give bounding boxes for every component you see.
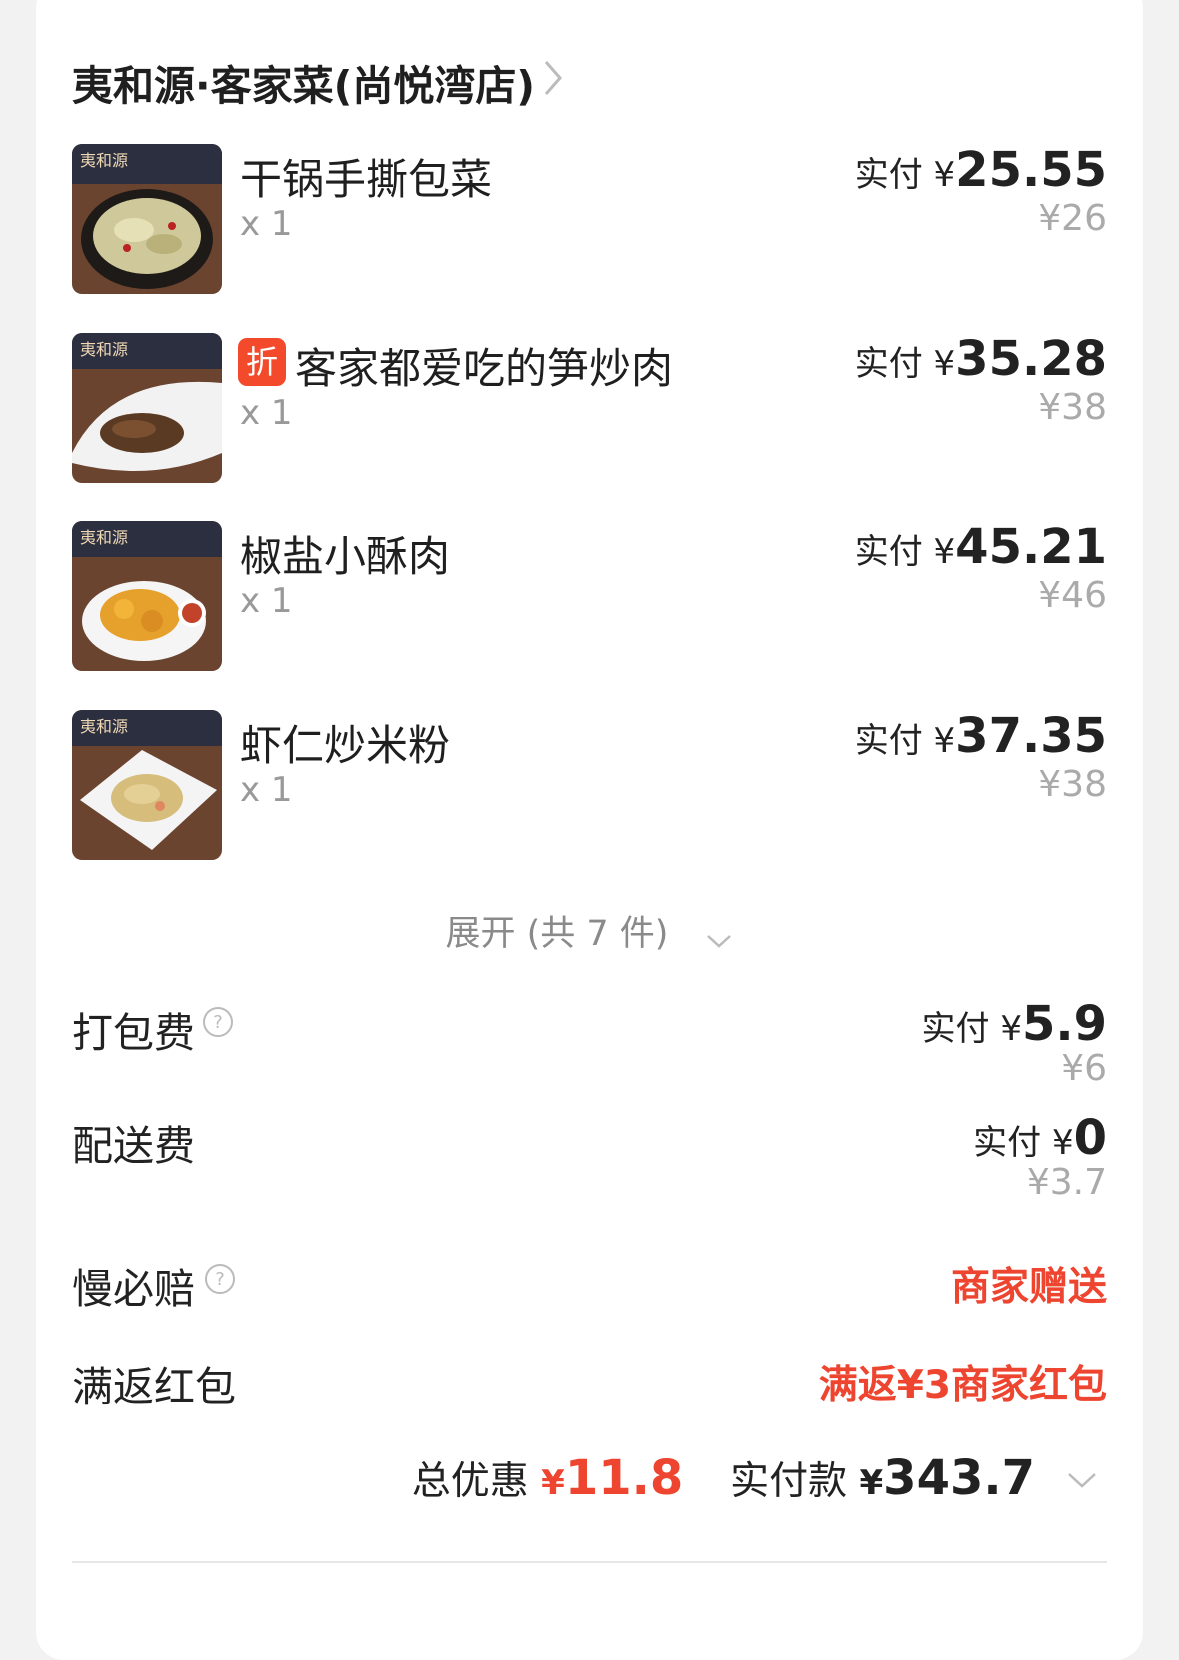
item-name: 虾仁炒米粉 xyxy=(240,721,451,770)
paid-total-value: ¥343.7 xyxy=(859,1450,1036,1506)
thumb-watermark: 夷和源 xyxy=(80,340,128,359)
item-qty: x 1 xyxy=(240,581,293,621)
delivery-fee-original: ¥3.7 xyxy=(1026,1162,1107,1203)
thumb-watermark: 夷和源 xyxy=(80,528,128,547)
item-paid: 实付 ¥45.21 xyxy=(854,519,1107,575)
paid-total-label: 实付款 xyxy=(730,1459,848,1504)
divider xyxy=(72,1561,1107,1563)
item-original-price: ¥26 xyxy=(1038,198,1107,239)
total-discount-value: ¥11.8 xyxy=(541,1450,684,1506)
red-packet-label: 满返红包 xyxy=(72,1363,236,1411)
help-icon[interactable]: ? xyxy=(202,1006,234,1038)
item-original-price: ¥38 xyxy=(1038,764,1107,805)
chevron-right-icon[interactable] xyxy=(542,58,564,98)
help-icon[interactable]: ? xyxy=(204,1263,236,1295)
item-original-price: ¥38 xyxy=(1038,387,1107,428)
item-thumbnail[interactable]: 夷和源 xyxy=(72,521,222,671)
expand-button[interactable]: 展开 (共 7 件) xyxy=(36,905,1143,956)
thumb-watermark: 夷和源 xyxy=(80,717,128,736)
item-qty: x 1 xyxy=(240,204,293,244)
store-name[interactable]: 夷和源·客家菜(尚悦湾店) xyxy=(72,52,535,112)
item-qty: x 1 xyxy=(240,393,293,433)
item-name: 客家都爱吃的笋炒肉 xyxy=(295,344,674,393)
item-name: 椒盐小酥肉 xyxy=(240,532,451,581)
packing-fee-original: ¥6 xyxy=(1061,1048,1107,1089)
thumb-watermark: 夷和源 xyxy=(80,151,128,170)
packing-fee-label: 打包费 xyxy=(72,1009,195,1057)
item-thumbnail[interactable]: 夷和源 xyxy=(72,710,222,860)
item-paid: 实付 ¥25.55 xyxy=(854,142,1107,198)
discount-tag: 折 xyxy=(238,338,286,386)
item-name: 干锅手撕包菜 xyxy=(240,155,493,204)
item-thumbnail[interactable]: 夷和源 xyxy=(72,333,222,483)
svg-text:?: ? xyxy=(215,1269,225,1290)
svg-text:?: ? xyxy=(213,1012,223,1033)
red-packet-value[interactable]: 满返¥3商家红包 xyxy=(819,1354,1107,1410)
expand-label: 展开 (共 7 件) xyxy=(445,914,669,954)
chevron-down-icon[interactable] xyxy=(1065,1468,1099,1492)
packing-fee-paid: 实付 ¥5.9 xyxy=(921,996,1107,1052)
order-card: 夷和源·客家菜(尚悦湾店) 夷和源 干锅手撕包菜 x 1 实付 ¥25.55 ¥… xyxy=(36,0,1143,1660)
slow-compensation-label: 慢必赔 xyxy=(72,1265,195,1313)
item-paid: 实付 ¥35.28 xyxy=(854,331,1107,387)
order-summary: 总优惠 ¥11.8 实付款 ¥343.7 xyxy=(412,1450,1035,1506)
item-original-price: ¥46 xyxy=(1038,575,1107,616)
delivery-fee-label: 配送费 xyxy=(72,1122,195,1170)
total-discount-label: 总优惠 xyxy=(411,1459,529,1504)
slow-compensation-value: 商家赠送 xyxy=(950,1265,1107,1310)
item-qty: x 1 xyxy=(240,770,293,810)
delivery-fee-paid: 实付 ¥0 xyxy=(973,1110,1107,1166)
item-paid: 实付 ¥37.35 xyxy=(854,708,1107,764)
item-thumbnail[interactable]: 夷和源 xyxy=(72,144,222,294)
chevron-down-icon xyxy=(706,934,731,948)
